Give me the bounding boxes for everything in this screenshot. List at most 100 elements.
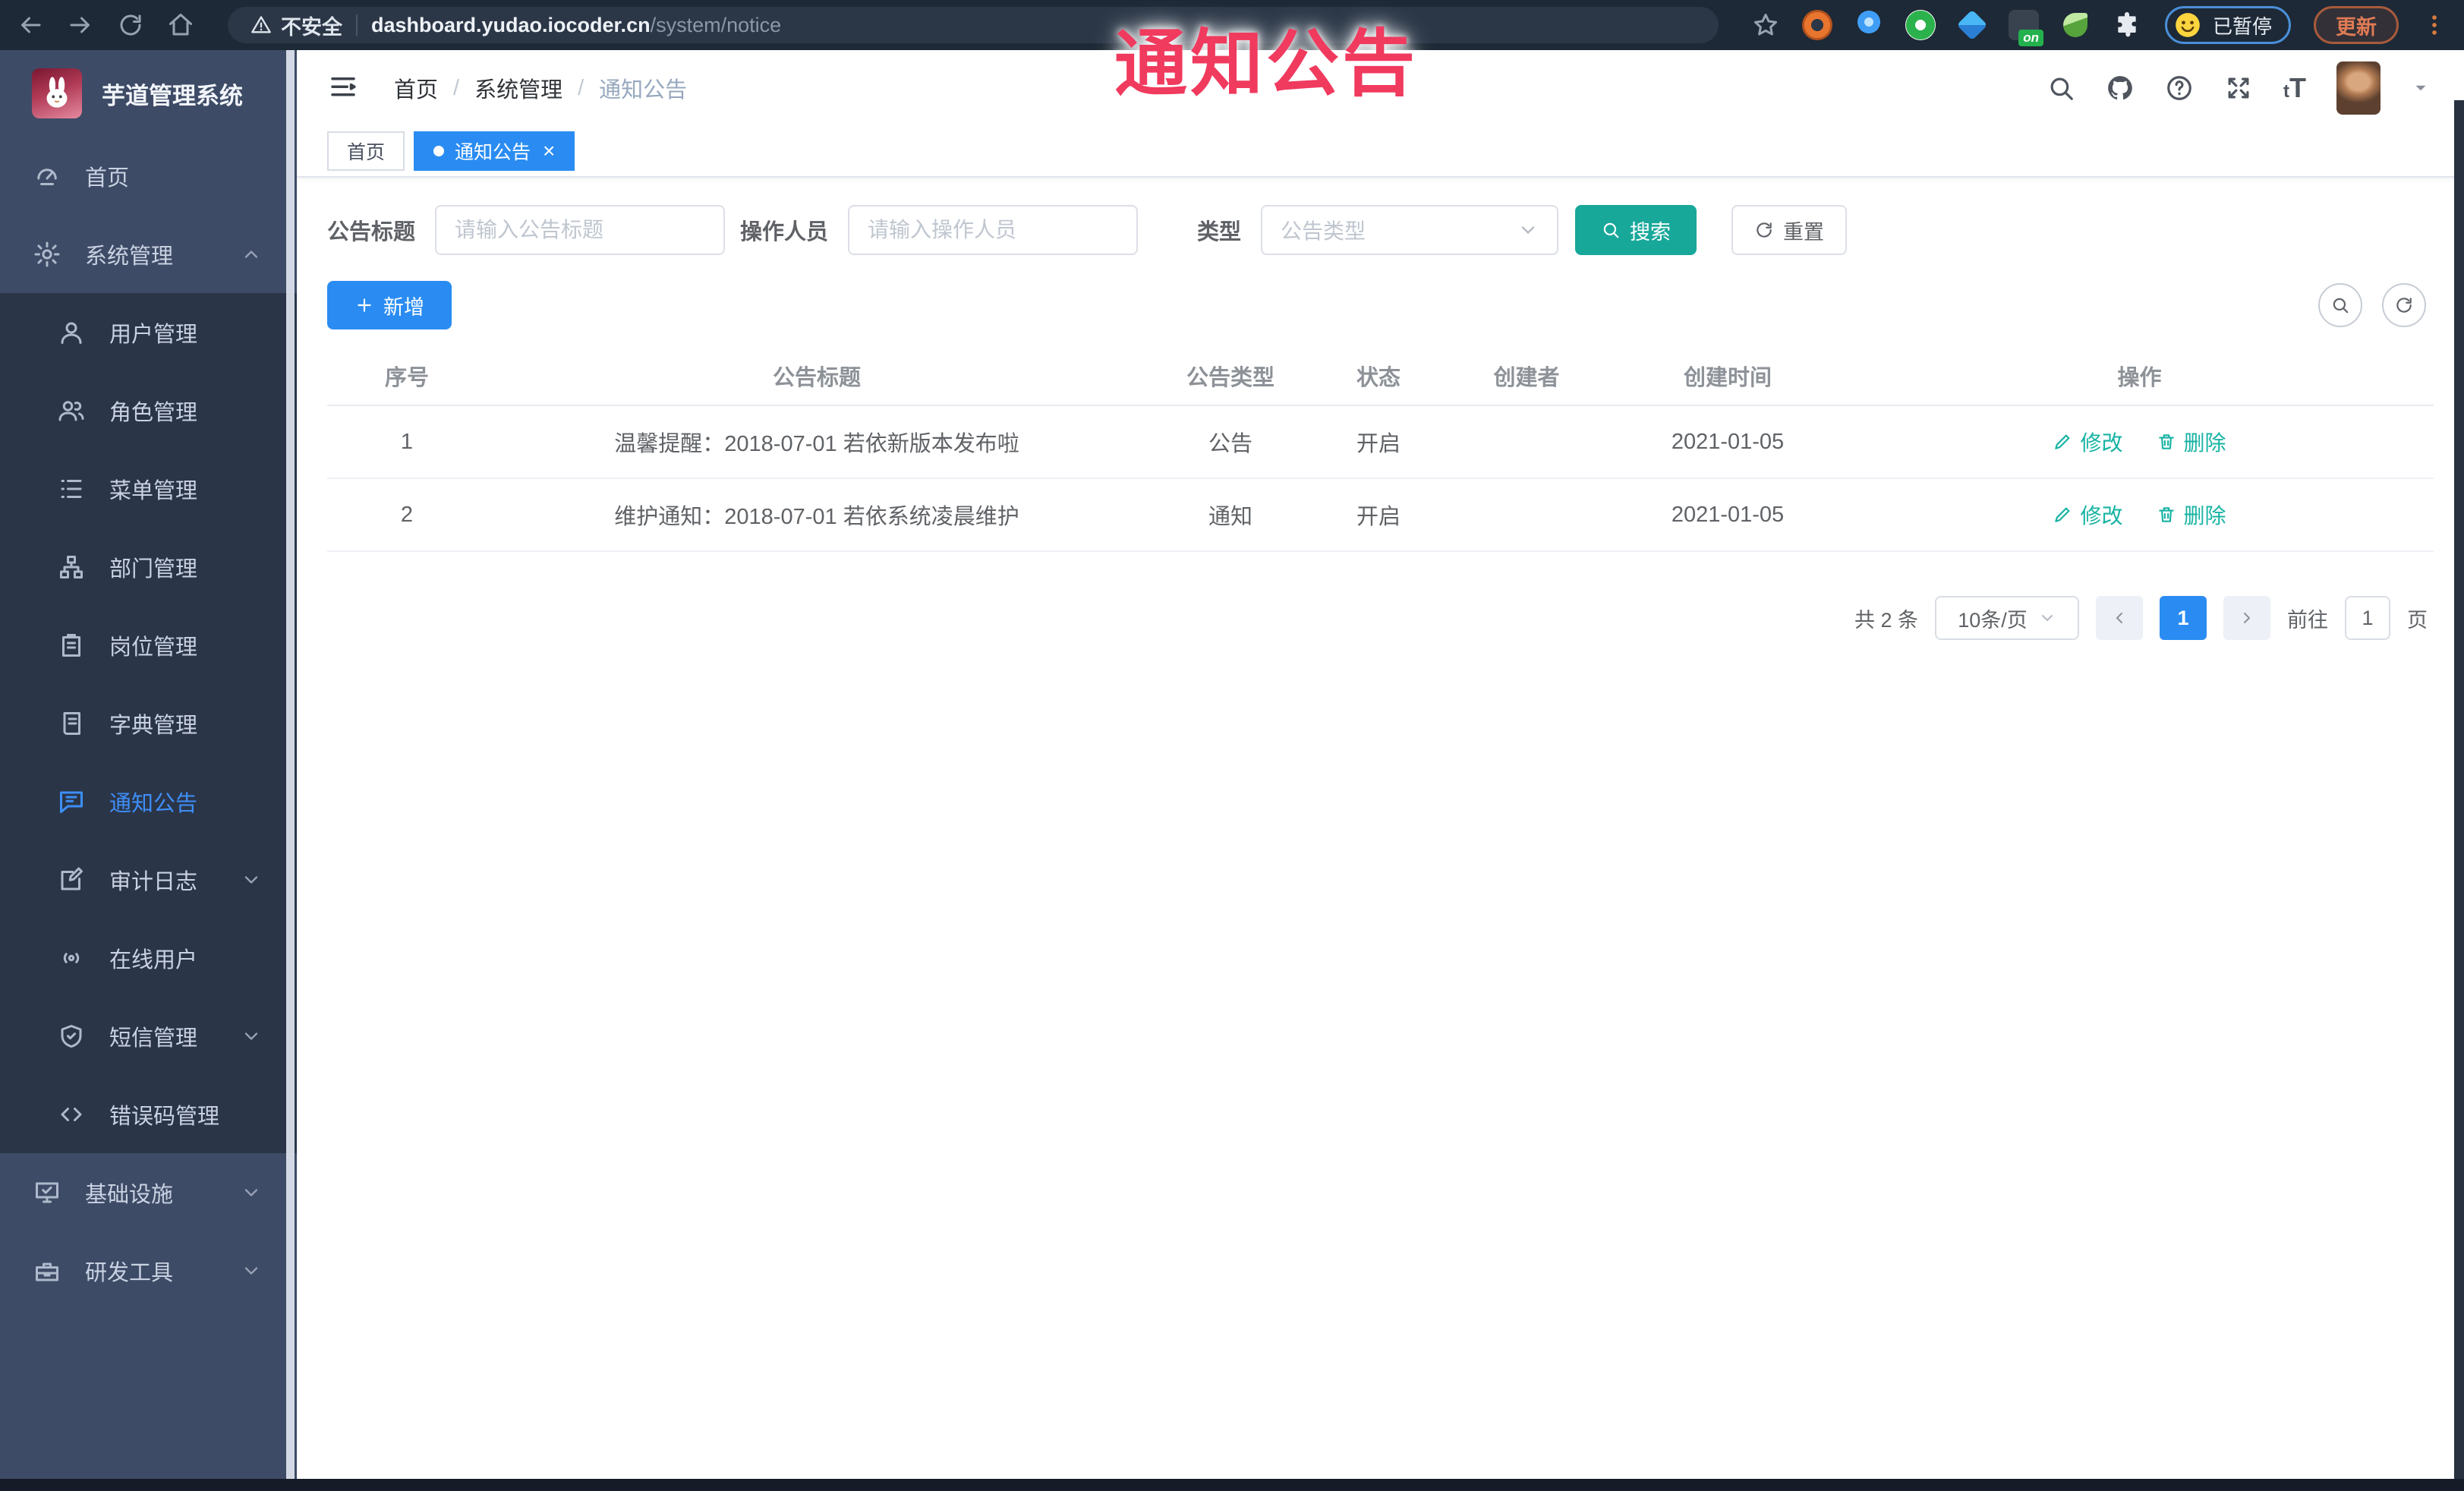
breadcrumb-item-1[interactable]: 系统管理 [474, 72, 562, 104]
operator-filter-input[interactable] [848, 205, 1139, 255]
sidebar-item-0[interactable]: 首页 [0, 137, 297, 215]
extension-green-leaf-icon[interactable] [2062, 13, 2087, 37]
column-header-5: 创建时间 [1610, 346, 1845, 406]
help-question-icon[interactable] [2165, 74, 2194, 102]
update-label: 更新 [2336, 15, 2377, 39]
extension-blue-diamond-icon[interactable] [1956, 9, 1988, 41]
rabbit-logo-icon [46, 77, 68, 108]
delete-link[interactable]: 删除 [2157, 500, 2226, 530]
cell-1-3: 开启 [1314, 478, 1443, 552]
user-avatar[interactable] [2336, 61, 2381, 115]
goto-page-input[interactable] [2345, 596, 2390, 640]
sidebar-item-8[interactable]: 通知公告 [0, 762, 297, 840]
tab-label: 通知公告 [455, 142, 531, 163]
sidebar-item-1[interactable]: 系统管理 [0, 215, 297, 293]
security-status[interactable]: 不安全 [250, 11, 342, 40]
url-text: dashboard.yudao.iocoder.cn/system/notice [371, 14, 781, 37]
sidebar-item-4[interactable]: 菜单管理 [0, 449, 297, 528]
page-number-button[interactable]: 1 [2160, 596, 2207, 640]
sidebar-item-label: 首页 [85, 165, 130, 191]
cell-0-1: 温馨提醒：2018-07-01 若依新版本发布啦 [487, 405, 1147, 479]
page-size-select[interactable]: 10条/页 [1935, 596, 2079, 640]
back-arrow-icon[interactable] [17, 11, 44, 39]
column-header-3: 状态 [1314, 346, 1443, 406]
search-button[interactable]: 搜索 [1575, 205, 1697, 255]
sidebar-logo-row[interactable]: 芋道管理系统 [0, 50, 297, 137]
delete-link[interactable]: 删除 [2157, 427, 2226, 457]
breadcrumb-item-0[interactable]: 首页 [394, 72, 438, 104]
font-size-icon[interactable]: tT [2283, 72, 2306, 104]
online-users-icon [63, 952, 80, 963]
content-panel: 公告标题 操作人员 类型 公告类型 搜索 重 [297, 178, 2464, 1491]
sidebar-scrollbar[interactable] [286, 50, 295, 1491]
sidebar-item-2[interactable]: 用户管理 [0, 293, 297, 371]
table-row-0: 1 温馨提醒：2018-07-01 若依新版本发布啦 公告 开启 2021-01-05 修… [327, 405, 2434, 479]
prev-page-button[interactable] [2096, 596, 2143, 640]
github-icon[interactable] [2106, 74, 2135, 102]
sidebar-item-12[interactable]: 错误码管理 [0, 1075, 297, 1153]
tab-1[interactable]: 通知公告 × [414, 131, 575, 171]
actions-cell-0: 修改 删除 [1845, 405, 2434, 479]
window-scrollbar[interactable] [2454, 100, 2464, 1491]
sidebar-item-11[interactable]: 短信管理 [0, 997, 297, 1075]
sidebar-item-7[interactable]: 字典管理 [0, 684, 297, 762]
bookmark-star-icon[interactable] [1752, 11, 1779, 39]
forward-arrow-icon[interactable] [67, 11, 94, 39]
main-area: 首页/系统管理/通知公告 tT 首页通知公告× 公告标题 操作人员 [297, 50, 2464, 1491]
tab-0[interactable]: 首页 [327, 131, 405, 171]
edit-link[interactable]: 修改 [2053, 500, 2123, 530]
sidebar-item-10[interactable]: 在线用户 [0, 919, 297, 997]
sidebar-item-5[interactable]: 部门管理 [0, 528, 297, 606]
reset-button[interactable]: 重置 [1731, 205, 1848, 255]
browser-profile-button[interactable]: 已暂停 [2164, 6, 2291, 44]
extensions-puzzle-icon[interactable] [2112, 10, 2142, 40]
sidebar: 芋道管理系统 首页系统管理用户管理角色管理 菜单管理 部门管理 岗位管理字典管理通知公… [0, 50, 297, 1491]
tab-bar: 首页 通知公告 × [297, 126, 2464, 178]
add-button[interactable]: 新增 [327, 281, 452, 329]
chevron-down-icon [1521, 226, 1535, 234]
breadcrumb-separator: / [453, 75, 460, 100]
type-filter-select[interactable]: 公告类型 [1261, 205, 1559, 255]
sidebar-item-14[interactable]: 研发工具 [0, 1231, 297, 1310]
kebab-menu-icon[interactable] [2421, 12, 2447, 38]
type-select-placeholder: 公告类型 [1281, 219, 1366, 243]
search-button-label: 搜索 [1630, 220, 1672, 244]
fullscreen-icon[interactable] [2224, 74, 2253, 102]
url-path: /system/notice [650, 13, 782, 36]
refresh-table-button[interactable] [2382, 283, 2426, 327]
extension-dark-icon[interactable]: on [2008, 10, 2043, 46]
extension-orange-ring-icon[interactable] [1801, 10, 1832, 40]
breadcrumb-separator: / [578, 75, 584, 100]
pagination: 共 2 条 10条/页 1 前往 页 [327, 596, 2434, 640]
delete-link-label: 删除 [2183, 503, 2226, 528]
browser-update-button[interactable]: 更新 [2314, 6, 2399, 44]
table-header-row: 序号 公告标题 公告类型 状态 创建者 创建时间 操作 [327, 346, 2434, 406]
sidebar-item-6[interactable]: 岗位管理 [0, 606, 297, 684]
cell-1-2: 通知 [1147, 478, 1314, 552]
toggle-search-button[interactable] [2318, 283, 2362, 327]
edit-link[interactable]: 修改 [2053, 427, 2123, 457]
extension-blue-drop-icon[interactable] [1853, 10, 1884, 40]
sidebar-item-9[interactable]: 审计日志 [0, 840, 297, 919]
menu-list-icon [61, 479, 82, 498]
sidebar-item-label: 错误码管理 [109, 1104, 220, 1129]
address-bar[interactable]: 不安全 dashboard.yudao.iocoder.cn/system/no… [228, 7, 1719, 43]
tab-label: 首页 [347, 142, 386, 163]
title-filter-input[interactable] [435, 205, 726, 255]
caret-down-icon[interactable] [2411, 78, 2431, 98]
sidebar-item-3[interactable]: 角色管理 [0, 371, 297, 449]
table-row-1: 2 维护通知：2018-07-01 若依系统凌晨维护 通知 开启 2021-01-05 修… [327, 478, 2434, 552]
search-icon[interactable] [2047, 74, 2075, 102]
sidebar-item-13[interactable]: 基础设施 [0, 1153, 297, 1231]
refresh-icon [1757, 222, 1772, 238]
sidebar-item-label: 字典管理 [109, 713, 198, 738]
home-icon[interactable] [167, 11, 194, 39]
sidebar-item-label: 用户管理 [109, 322, 198, 347]
chevron-up-icon [244, 250, 258, 258]
tab-close-icon[interactable]: × [543, 140, 555, 162]
hamburger-menu-icon[interactable] [327, 72, 359, 104]
reload-icon[interactable] [117, 11, 144, 39]
cell-1-4 [1443, 478, 1610, 552]
extension-green-circle-icon[interactable] [1905, 10, 1936, 40]
next-page-button[interactable] [2223, 596, 2270, 640]
